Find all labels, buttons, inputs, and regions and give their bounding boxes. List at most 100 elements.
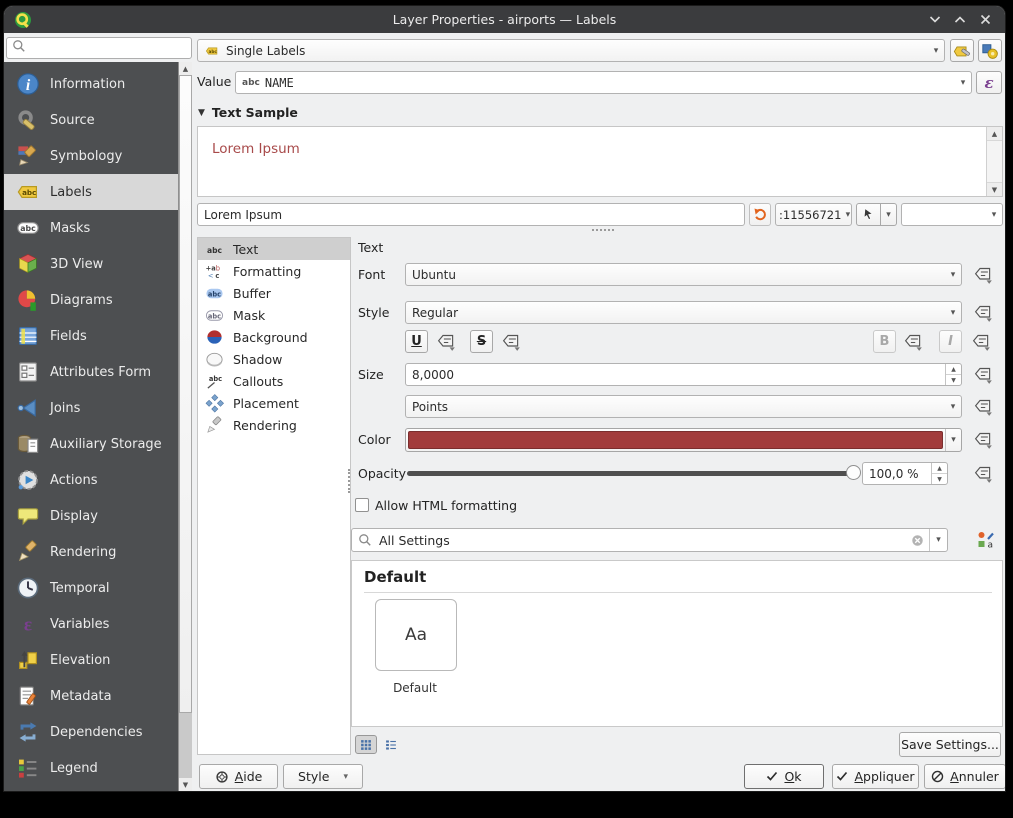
tab-placement[interactable]: Placement [198,392,350,414]
automated-placement-button[interactable] [978,39,1002,62]
tab-mask[interactable]: abcMask [198,304,350,326]
chevron-down-icon[interactable]: ▾ [945,429,961,451]
label-mode-combo[interactable]: abc Single Labels ▾ [197,39,945,62]
splitter-handle[interactable] [592,229,614,231]
sidebar-item-information[interactable]: iInformation [4,66,178,102]
sidebar-item-variables[interactable]: εVariables [4,606,178,642]
font-override-button[interactable] [970,263,996,287]
size-units-combo[interactable]: Points ▾ [405,395,962,418]
splitter-handle[interactable] [348,469,350,493]
style-search-combo[interactable]: All Settings ▾ [351,528,948,552]
sidebar-item-metadata[interactable]: Metadata [4,678,178,714]
bold-override-button[interactable] [900,330,926,354]
close-button[interactable] [978,13,992,27]
italic-button[interactable]: I [939,330,962,353]
tab-formatting[interactable]: +ab<cFormatting [198,260,350,282]
cancel-button[interactable]: Annuler [924,764,1005,789]
labeling-settings-button[interactable] [950,39,974,62]
map-scale-picker-dropdown[interactable]: ▾ [881,203,897,226]
style-label: Style [358,305,389,320]
tab-shadow[interactable]: Shadow [198,348,350,370]
style-combo[interactable]: Regular ▾ [405,301,962,324]
sidebar-item-fields[interactable]: Fields [4,318,178,354]
opacity-slider[interactable] [405,462,861,485]
sidebar-scrollbar-thumb[interactable] [179,75,192,713]
underline-override-button[interactable] [433,330,459,354]
slider-handle[interactable] [846,465,861,480]
color-button[interactable]: ▾ [405,428,962,452]
sidebar-item-actions[interactable]: Actions [4,462,178,498]
ok-button[interactable]: Ok [744,764,824,789]
sidebar-item-auxiliary-storage[interactable]: Auxiliary Storage [4,426,178,462]
value-field-combo[interactable]: abc NAME ▾ [235,71,972,94]
map-scale-picker-button[interactable] [856,203,881,226]
sidebar-item-attributes-form[interactable]: Attributes Form [4,354,178,390]
style-menu-button[interactable]: Style ▾ [283,764,363,789]
reset-sample-button[interactable] [749,203,771,226]
opacity-override-button[interactable] [970,462,996,486]
style-manager-icon[interactable]: a [976,530,996,550]
default-style-item[interactable]: Aa [375,599,457,671]
sidebar-scrollbar[interactable]: ▲ ▼ [178,62,192,791]
italic-override-button[interactable] [968,330,994,354]
help-button[interactable]: Aide [199,764,278,789]
sidebar-item-source[interactable]: Source [4,102,178,138]
sidebar-item-rendering[interactable]: Rendering [4,534,178,570]
icon-view-button[interactable] [355,735,377,754]
apply-button[interactable]: Appliquer [832,764,919,789]
sidebar-item-legend[interactable]: Legend [4,750,178,786]
svg-text:a: a [988,541,994,551]
sidebar-item-diagrams[interactable]: Diagrams [4,282,178,318]
spin-up-icon[interactable]: ▲ [946,364,961,375]
tab-rendering[interactable]: Rendering [198,414,350,436]
sample-text-input[interactable]: Lorem Ipsum [197,203,745,226]
spin-down-icon[interactable]: ▼ [946,375,961,385]
sidebar-item-elevation[interactable]: Elevation [4,642,178,678]
strikethrough-button[interactable]: S [470,330,493,353]
units-override-button[interactable] [970,395,996,419]
titlebar[interactable]: Layer Properties - airports — Labels [4,6,1005,33]
strikethrough-override-button[interactable] [498,330,524,354]
preview-scrollbar[interactable]: ▲ ▼ [986,127,1002,196]
sidebar-item-labels[interactable]: abcLabels [4,174,178,210]
clear-icon[interactable] [910,533,925,548]
expression-builder-button[interactable]: ε [976,71,1002,94]
scroll-down-icon[interactable]: ▼ [987,182,1002,196]
opacity-spinbox[interactable]: 100,0 % ▲▼ [862,462,948,485]
tab-callouts[interactable]: abcCallouts [198,370,350,392]
spin-up-icon[interactable]: ▲ [932,463,947,474]
color-override-button[interactable] [970,428,996,452]
style-override-button[interactable] [970,301,996,325]
scroll-down-icon[interactable]: ▼ [179,778,192,791]
sidebar-item-temporal[interactable]: Temporal [4,570,178,606]
size-override-button[interactable] [970,363,996,387]
spin-down-icon[interactable]: ▼ [932,474,947,484]
tab-buffer[interactable]: abcBuffer [198,282,350,304]
sidebar-search-input[interactable] [6,37,192,59]
sample-background-combo[interactable]: ▾ [901,203,1003,226]
spin-arrows[interactable]: ▲▼ [945,364,961,385]
sidebar-item-symbology[interactable]: Symbology [4,138,178,174]
size-spinbox[interactable]: 8,0000 ▲▼ [405,363,962,386]
sidebar-item-joins[interactable]: Joins [4,390,178,426]
minimize-button[interactable] [928,13,942,27]
scroll-up-icon[interactable]: ▲ [179,62,192,75]
underline-button[interactable]: U [405,330,428,353]
allow-html-checkbox[interactable] [355,498,369,512]
bold-button[interactable]: B [873,330,896,353]
scroll-up-icon[interactable]: ▲ [987,127,1002,141]
maximize-button[interactable] [953,13,967,27]
sidebar-item-dependencies[interactable]: Dependencies [4,714,178,750]
list-view-button[interactable] [380,735,402,754]
sidebar-item-3d-view[interactable]: 3D View [4,246,178,282]
chevron-down-icon[interactable]: ▾ [929,529,947,551]
font-combo[interactable]: Ubuntu ▾ [405,263,962,286]
spin-arrows[interactable]: ▲▼ [931,463,947,484]
tab-background[interactable]: Background [198,326,350,348]
sidebar-item-display[interactable]: Display [4,498,178,534]
sample-scale-combo[interactable]: :11556721 ▾ [775,203,852,226]
text-sample-header[interactable]: ▼ Text Sample [198,105,298,120]
save-settings-button[interactable]: Save Settings... [899,732,1001,757]
sidebar-item-masks[interactable]: abcMasks [4,210,178,246]
tab-text[interactable]: abcText [198,238,350,260]
